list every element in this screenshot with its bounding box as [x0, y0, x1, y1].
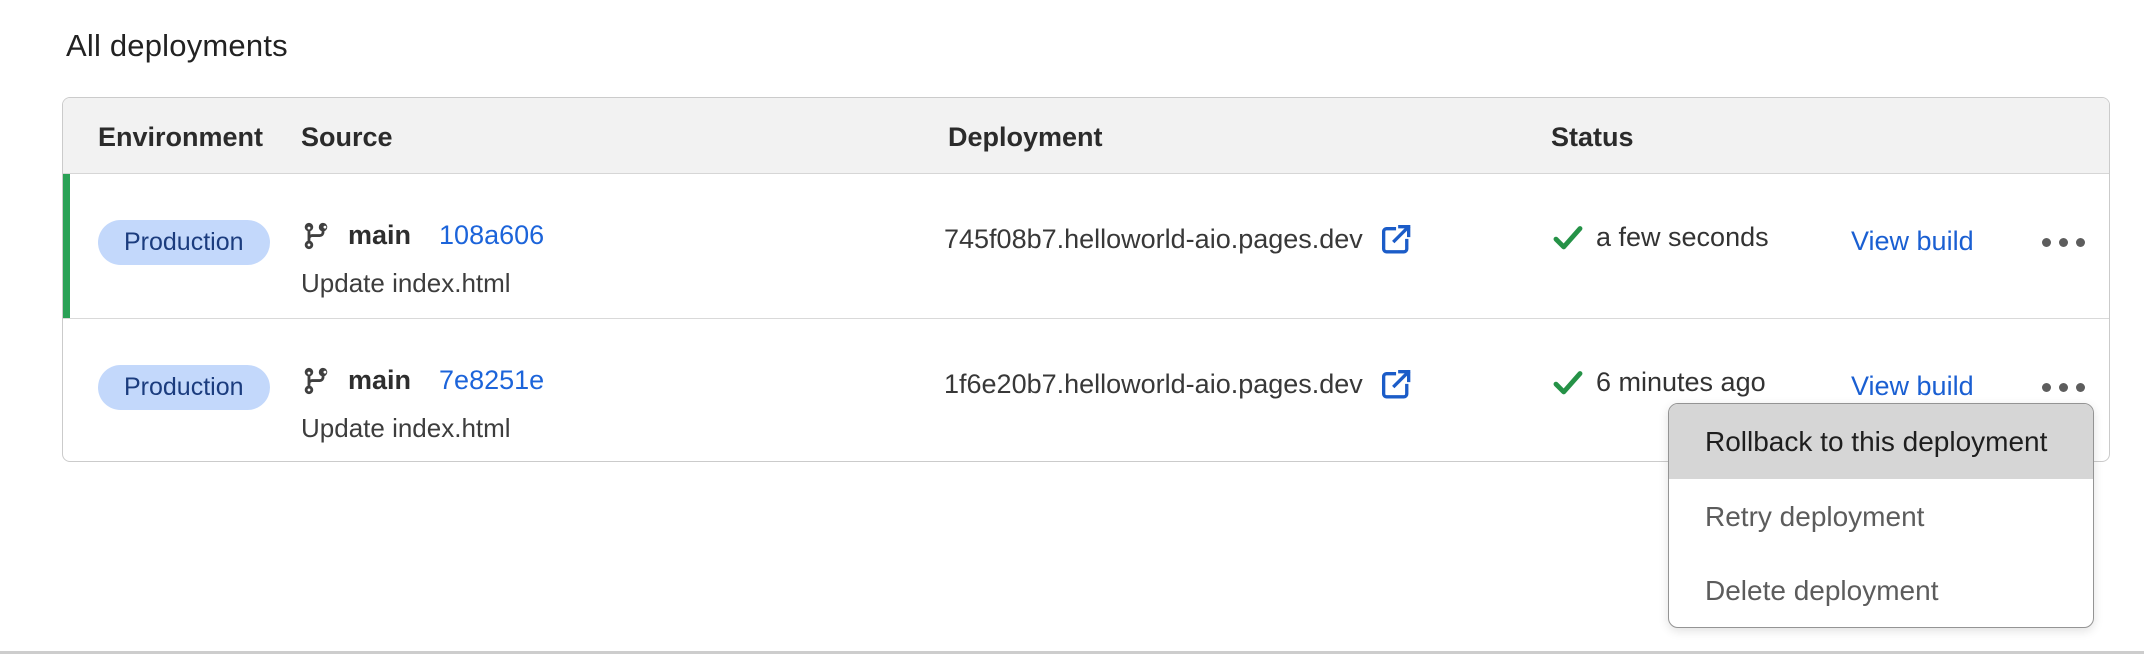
menu-item-delete[interactable]: Delete deployment	[1669, 554, 2093, 628]
menu-item-retry[interactable]: Retry deployment	[1669, 479, 2093, 554]
commit-message: Update index.html	[301, 413, 511, 444]
deployment-cell: 745f08b7.helloworld-aio.pages.dev	[944, 174, 1544, 318]
external-link-icon[interactable]	[1377, 220, 1415, 258]
column-header-deployment: Deployment	[948, 122, 1103, 153]
source-cell: main 7e8251e Update index.html	[301, 319, 921, 462]
check-icon	[1551, 220, 1585, 254]
status-time: a few seconds	[1596, 222, 1769, 253]
more-actions-button[interactable]	[2028, 218, 2098, 266]
view-build-link[interactable]: View build	[1851, 371, 1974, 402]
deployment-url: 1f6e20b7.helloworld-aio.pages.dev	[944, 369, 1363, 400]
branch-name: main	[348, 365, 411, 396]
menu-item-rollback[interactable]: Rollback to this deployment	[1669, 404, 2093, 479]
source-cell: main 108a606 Update index.html	[301, 174, 921, 318]
column-header-source: Source	[301, 122, 393, 153]
deployment-url: 745f08b7.helloworld-aio.pages.dev	[944, 224, 1363, 255]
deployment-context-menu: Rollback to this deployment Retry deploy…	[1668, 403, 2094, 628]
page-title: All deployments	[66, 28, 288, 64]
commit-message: Update index.html	[301, 268, 511, 299]
check-icon	[1551, 365, 1585, 399]
environment-badge: Production	[98, 365, 270, 410]
column-header-environment: Environment	[98, 122, 263, 153]
git-branch-icon	[301, 221, 331, 251]
deployment-row: Production main 108a606 Update index.htm…	[63, 174, 2109, 319]
environment-badge: Production	[98, 220, 270, 265]
page-divider	[0, 651, 2144, 654]
ellipsis-icon	[2042, 238, 2051, 247]
current-deployment-indicator	[63, 174, 70, 318]
commit-link[interactable]: 108a606	[439, 220, 544, 251]
branch-name: main	[348, 220, 411, 251]
view-build-link[interactable]: View build	[1851, 226, 1974, 257]
status-cell: a few seconds	[1551, 174, 1851, 318]
git-branch-icon	[301, 366, 331, 396]
commit-link[interactable]: 7e8251e	[439, 365, 544, 396]
external-link-icon[interactable]	[1377, 365, 1415, 403]
deployment-cell: 1f6e20b7.helloworld-aio.pages.dev	[944, 319, 1544, 462]
column-header-status: Status	[1551, 122, 1634, 153]
status-time: 6 minutes ago	[1596, 367, 1766, 398]
table-header: Environment Source Deployment Status	[63, 98, 2109, 174]
ellipsis-icon	[2042, 383, 2051, 392]
